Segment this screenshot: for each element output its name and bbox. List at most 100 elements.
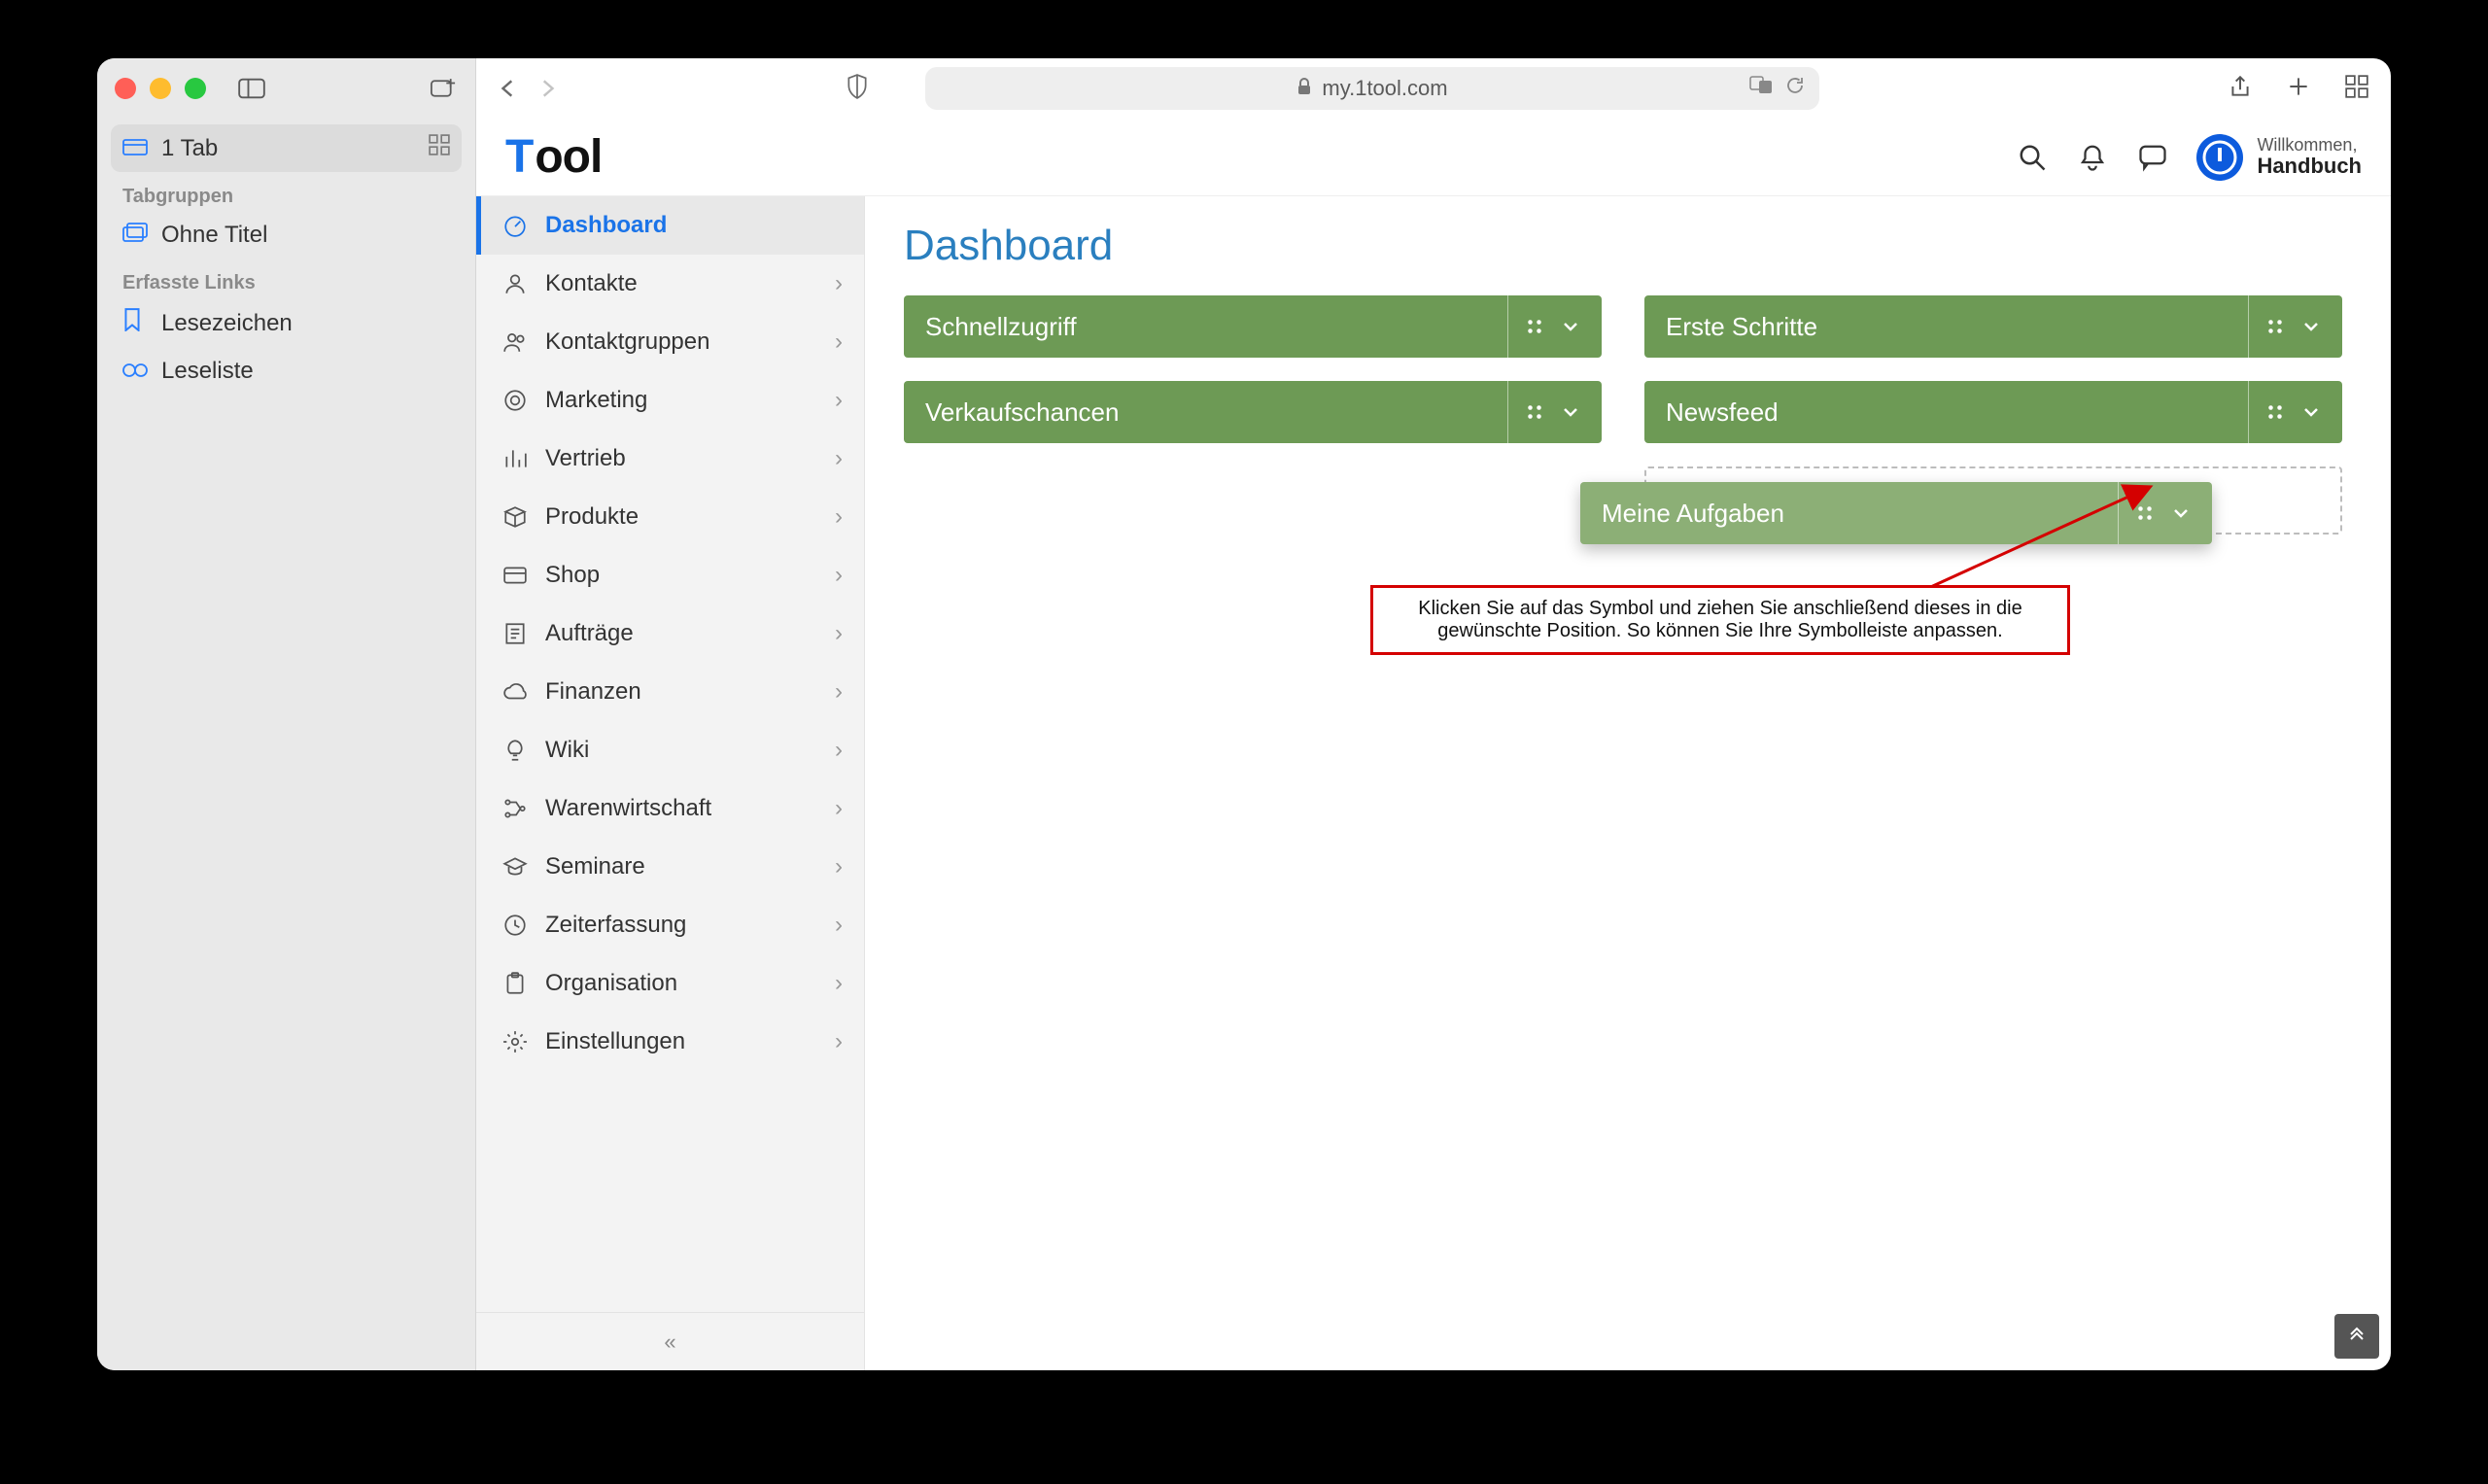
drag-handle-icon[interactable] <box>2266 318 2284 335</box>
search-icon[interactable] <box>2016 141 2049 174</box>
sidebar-item-kontaktgruppen[interactable]: Kontaktgruppen › <box>476 313 864 371</box>
chevron-right-icon: › <box>835 737 843 764</box>
address-bar[interactable]: my.1tool.com <box>925 67 1819 110</box>
chevron-right-icon: › <box>835 503 843 531</box>
chevron-right-icon: › <box>835 328 843 356</box>
sidebar-item-shop[interactable]: Shop› <box>476 546 864 604</box>
forward-button[interactable] <box>536 78 558 99</box>
chevron-right-icon: › <box>835 387 843 414</box>
bookmarks-row[interactable]: Lesezeichen <box>111 298 462 348</box>
bell-icon[interactable] <box>2076 141 2109 174</box>
widget-first-steps[interactable]: Erste Schritte <box>1644 295 2342 358</box>
chevron-right-icon: › <box>835 620 843 647</box>
sidebar-item-zeiterfassung[interactable]: Zeiterfassung› <box>476 896 864 954</box>
widget-title: Schnellzugriff <box>925 312 1077 342</box>
sidebar-item-einstellungen[interactable]: Einstellungen› <box>476 1013 864 1071</box>
sidebar-item-label: Kontaktgruppen <box>545 328 709 356</box>
grid-icon[interactable] <box>429 134 450 162</box>
sidebar-item-marketing[interactable]: Marketing› <box>476 371 864 430</box>
sidebar-item-kontakte[interactable]: Kontakte› <box>476 255 864 313</box>
sidebar-item-vertrieb[interactable]: Vertrieb › <box>476 430 864 488</box>
widget-drop-placeholder[interactable]: Meine Aufgaben <box>1644 466 2342 535</box>
sidebar-item-warenwirtschaft[interactable]: Warenwirtschaft› <box>476 779 864 838</box>
page-header: Tool Willkommen, Handbuch <box>476 119 2391 196</box>
reload-icon[interactable] <box>1784 75 1806 102</box>
sidebar-toggle-icon[interactable] <box>237 77 266 100</box>
sidebar-item-label: Produkte <box>545 503 639 531</box>
readinglist-label: Leseliste <box>161 358 254 385</box>
minimize-window-button[interactable] <box>150 78 171 99</box>
widget-title: Newsfeed <box>1666 397 1779 428</box>
box-icon <box>502 504 530 530</box>
receipt-icon <box>502 621 530 646</box>
chevron-down-icon[interactable] <box>1561 317 1580 336</box>
captured-links-header: Erfasste Links <box>111 259 462 298</box>
sidebar-item-wiki[interactable]: Wiki › <box>476 721 864 779</box>
avatar <box>2196 134 2243 181</box>
sidebar-item-aufträge[interactable]: Aufträge› <box>476 604 864 663</box>
new-tab-group-icon[interactable] <box>429 77 458 100</box>
zoom-window-button[interactable] <box>185 78 206 99</box>
logo[interactable]: Tool <box>505 130 602 184</box>
tab-group-label: Ohne Titel <box>161 222 267 249</box>
chat-icon[interactable] <box>2136 141 2169 174</box>
tab-overview-icon[interactable] <box>2344 74 2369 104</box>
sidebar-item-dashboard[interactable]: Dashboard <box>476 196 864 255</box>
sidebar-item-label: Einstellungen <box>545 1028 685 1055</box>
tab-group-untitled[interactable]: Ohne Titel <box>111 212 462 259</box>
safari-tabs-row[interactable]: 1 Tab <box>111 124 462 172</box>
lock-icon <box>1296 78 1312 100</box>
widget-grid: Schnellzugriff Erste Schritte <box>904 295 2342 535</box>
widget-title: Verkaufschancen <box>925 397 1119 428</box>
tab-groups-header: Tabgruppen <box>111 172 462 212</box>
widget-my-tasks-dragging[interactable]: Meine Aufgaben <box>1580 482 2212 544</box>
user-menu[interactable]: Willkommen, Handbuch <box>2196 134 2362 181</box>
translate-icon[interactable] <box>1749 75 1773 102</box>
sidebar-item-produkte[interactable]: Produkte › <box>476 488 864 546</box>
drag-handle-icon[interactable] <box>1526 318 1543 335</box>
logo-rest: ool <box>535 131 602 183</box>
chevron-down-icon[interactable] <box>2301 317 2321 336</box>
username-label: Handbuch <box>2257 155 2362 178</box>
welcome-label: Willkommen, <box>2257 136 2362 155</box>
widget-newsfeed[interactable]: Newsfeed <box>1644 381 2342 443</box>
sidebar-item-label: Zeiterfassung <box>545 912 686 939</box>
drag-handle-icon[interactable] <box>2136 504 2154 522</box>
sidebar-item-seminare[interactable]: Seminare › <box>476 838 864 896</box>
close-window-button[interactable] <box>115 78 136 99</box>
widget-sales[interactable]: Verkaufschancen <box>904 381 1602 443</box>
browser-window: 1 Tab Tabgruppen Ohne Titel Erfasste Lin… <box>97 58 2391 1370</box>
back-button[interactable] <box>498 78 519 99</box>
bookmarks-label: Lesezeichen <box>161 310 293 337</box>
bars-icon <box>502 446 530 471</box>
scroll-to-top-button[interactable] <box>2334 1314 2379 1359</box>
readinglist-row[interactable]: Leseliste <box>111 348 462 395</box>
chevron-right-icon: › <box>835 445 843 472</box>
safari-sidebar-body: 1 Tab Tabgruppen Ohne Titel Erfasste Lin… <box>97 119 475 400</box>
chevron-down-icon[interactable] <box>2171 503 2191 523</box>
sidebar-item-label: Wiki <box>545 737 589 764</box>
sidebar-item-label: Organisation <box>545 970 677 997</box>
share-icon[interactable] <box>2228 74 2253 104</box>
sidebar-item-label: Warenwirtschaft <box>545 795 711 822</box>
drag-handle-icon[interactable] <box>1526 403 1543 421</box>
chevron-down-icon[interactable] <box>2301 402 2321 422</box>
shield-icon[interactable] <box>846 74 869 104</box>
widget-title: Erste Schritte <box>1666 312 1817 342</box>
cloud-icon <box>502 679 530 705</box>
drag-handle-icon[interactable] <box>2266 403 2284 421</box>
page: Tool Willkommen, Handbuch <box>476 119 2391 1370</box>
collapse-sidebar-button[interactable]: « <box>476 1312 864 1370</box>
sidebar-item-organisation[interactable]: Organisation› <box>476 954 864 1013</box>
sidebar-item-label: Dashboard <box>545 212 667 239</box>
sidebar-item-label: Seminare <box>545 853 645 880</box>
grad-icon <box>502 854 530 880</box>
widget-quickaccess[interactable]: Schnellzugriff <box>904 295 1602 358</box>
sidebar-item-label: Shop <box>545 562 600 589</box>
chevron-down-icon[interactable] <box>1561 402 1580 422</box>
safari-sidebar-toolbar <box>97 58 475 119</box>
new-tab-icon[interactable] <box>2286 74 2311 104</box>
sidebar-item-finanzen[interactable]: Finanzen› <box>476 663 864 721</box>
sidebar-item-label: Vertrieb <box>545 445 626 472</box>
chevron-right-icon: › <box>835 853 843 880</box>
